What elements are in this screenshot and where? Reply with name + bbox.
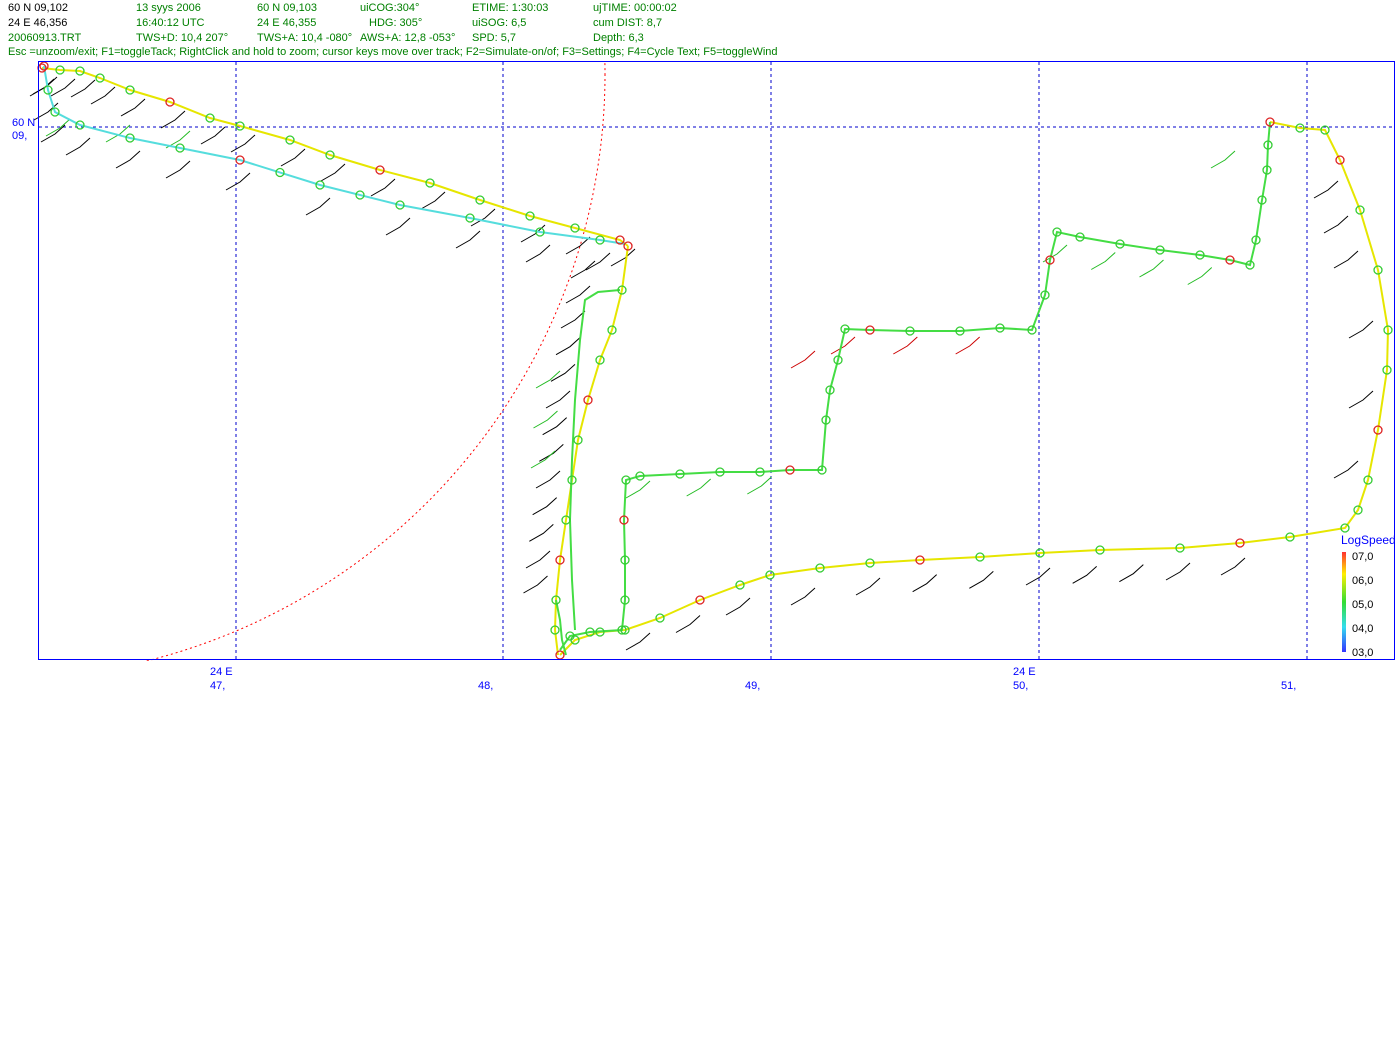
- legend-title: LogSpeed: [1341, 533, 1396, 547]
- x-axis-label-min-48: 48,: [478, 680, 494, 692]
- legend-value-6: 06,0: [1352, 575, 1374, 587]
- legend-value-7: 07,0: [1352, 551, 1374, 563]
- legend-value-4: 04,0: [1352, 623, 1374, 635]
- x-axis-label-min-49: 49,: [745, 680, 761, 692]
- legend-value-3: 03,0: [1352, 647, 1374, 659]
- x-axis-label-min-50: 50,: [1013, 680, 1029, 692]
- chart-frame: [38, 61, 1395, 660]
- y-axis-label-deg: 60 N: [12, 117, 36, 129]
- legend-value-5: 05,0: [1352, 599, 1374, 611]
- x-axis-label-deg-2: 24 E: [1013, 666, 1036, 678]
- x-axis-label-min-47: 47,: [210, 680, 226, 692]
- x-axis-label-deg-1: 24 E: [210, 666, 233, 678]
- x-axis-label-min-51: 51,: [1281, 680, 1297, 692]
- y-axis-label-min: 09,: [12, 130, 28, 142]
